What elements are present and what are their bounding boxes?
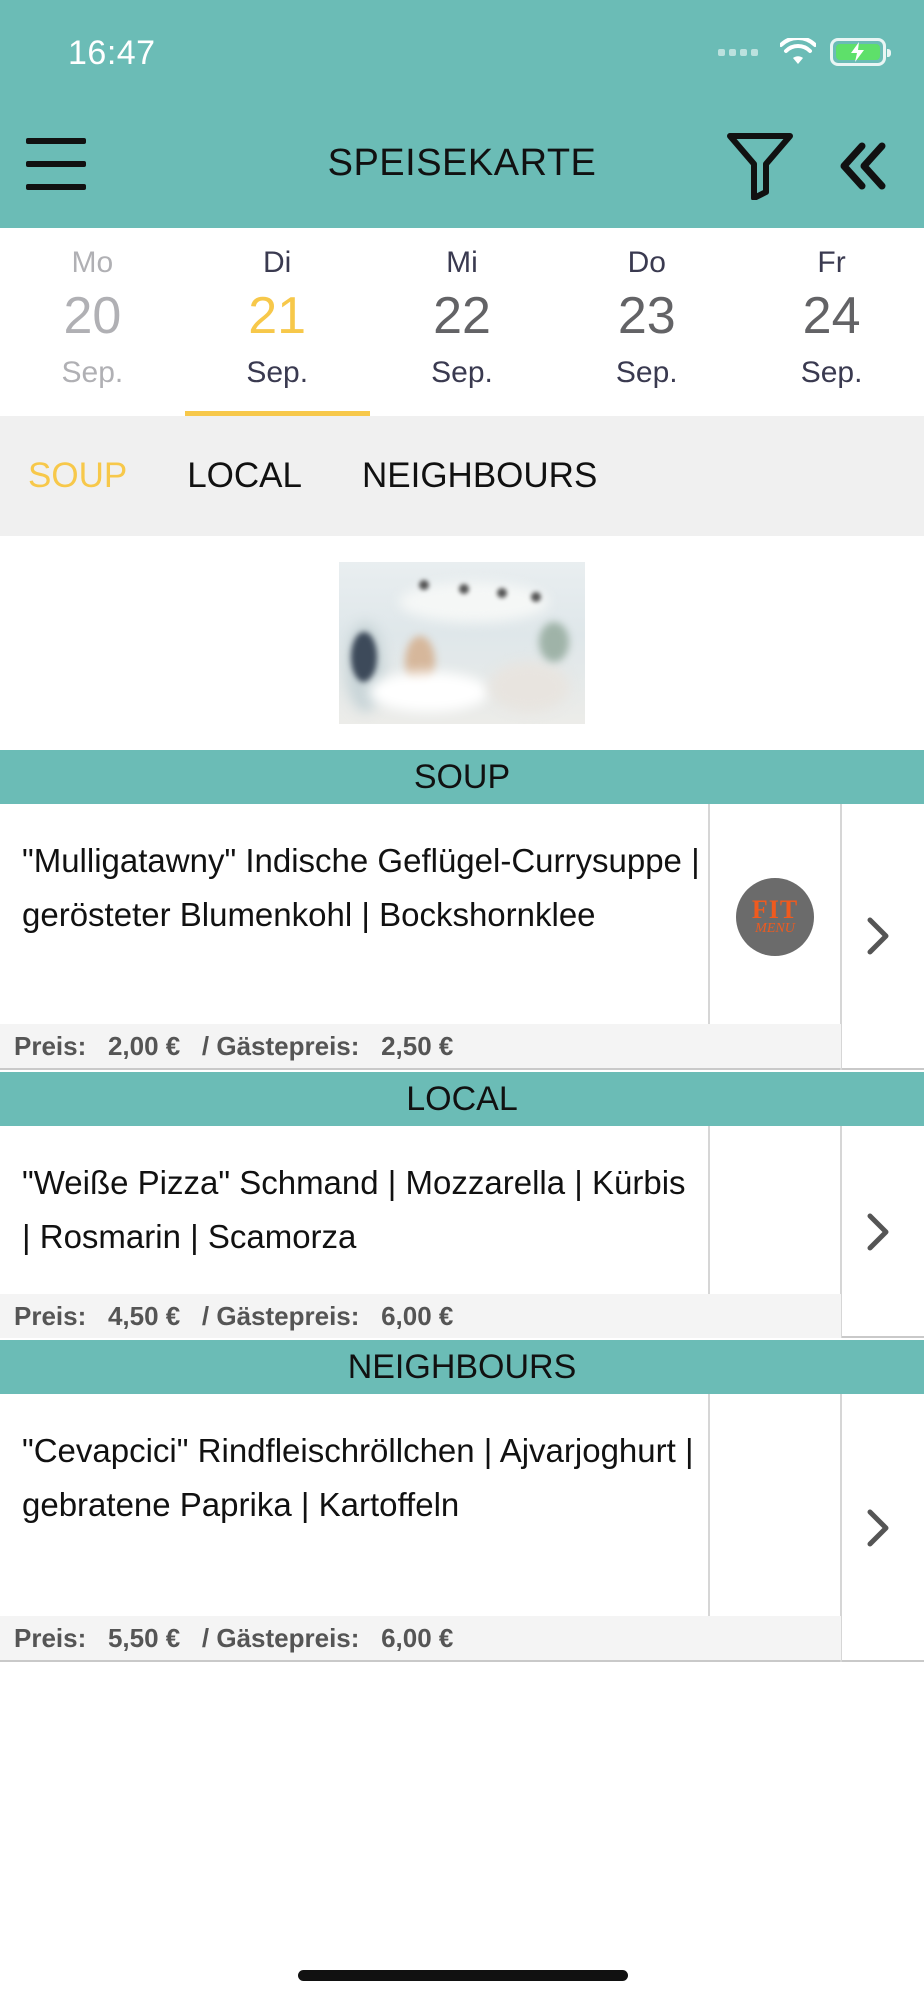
guest-price-label: / Gästepreis:	[201, 1300, 360, 1331]
filter-icon[interactable]	[726, 130, 794, 200]
date-weekday: Mi	[446, 246, 478, 279]
guest-price-value: 6,00 €	[381, 1622, 454, 1653]
section-header-neighbours: NEIGHBOURS	[0, 1340, 924, 1394]
price-value: 5,50 €	[107, 1622, 181, 1653]
menu-item-neighbours[interactable]: "Cevapcici" Rindfleischröllchen | Ajvarj…	[0, 1394, 924, 1662]
guest-price-label: / Gästepreis:	[201, 1622, 360, 1653]
date-day: 24	[802, 287, 861, 345]
date-fri[interactable]: Fr 24 Sep.	[739, 228, 924, 416]
price-value: 4,50 €	[107, 1300, 181, 1331]
guest-price-value: 6,00 €	[381, 1300, 454, 1331]
price-bar: Preis: 2,00 € / Gästepreis: 2,50 €	[0, 1024, 841, 1068]
fit-menu-badge: FIT MENU	[736, 878, 814, 956]
date-day: 21	[248, 287, 307, 345]
tab-neighbours[interactable]: NEIGHBOURS	[362, 456, 597, 496]
date-month: Sep.	[800, 356, 863, 389]
category-tabs: SOUP LOCAL NEIGHBOURS	[0, 416, 924, 536]
chevron-right-icon[interactable]	[860, 914, 894, 958]
date-day: 23	[617, 287, 676, 345]
section-header-local: LOCAL	[0, 1072, 924, 1126]
guest-price-value: 2,50 €	[381, 1030, 454, 1061]
tab-soup[interactable]: SOUP	[28, 456, 127, 496]
date-weekday: Di	[263, 246, 292, 279]
guest-price-label: / Gästepreis:	[201, 1030, 360, 1061]
status-icons	[718, 38, 891, 66]
date-mon[interactable]: Mo 20 Sep.	[0, 228, 185, 416]
date-month: Sep.	[431, 356, 493, 389]
menu-item-name: "Mulligatawny" Indische Geflügel-Currysu…	[22, 842, 700, 933]
price-label: Preis:	[14, 1622, 87, 1653]
date-month: Sep.	[246, 356, 309, 389]
date-strip: Mo 20 Sep. Di 21 Sep. Mi 22 Sep. Do 23 S…	[0, 228, 924, 416]
badge-fit: FIT	[751, 895, 799, 924]
badge-menu: MENU	[755, 921, 795, 936]
date-thu[interactable]: Do 23 Sep.	[554, 228, 739, 416]
app-header: 16:47 SPEISEKARTE	[0, 0, 924, 228]
divider	[708, 1126, 710, 1294]
home-indicator[interactable]	[298, 1970, 628, 1981]
status-time: 16:47	[68, 34, 156, 72]
menu-item-name: "Weiße Pizza" Schmand | Mozzarella | Kür…	[22, 1164, 686, 1255]
date-weekday: Fr	[817, 246, 846, 279]
signal-icon	[718, 48, 758, 56]
price-label: Preis:	[14, 1030, 87, 1061]
divider	[708, 804, 710, 1024]
menu-item-name: "Cevapcici" Rindfleischröllchen | Ajvarj…	[22, 1432, 694, 1523]
menu-item-soup[interactable]: "Mulligatawny" Indische Geflügel-Currysu…	[0, 804, 924, 1070]
chevron-right-icon[interactable]	[860, 1506, 894, 1550]
date-wed[interactable]: Mi 22 Sep.	[370, 228, 555, 416]
price-label: Preis:	[14, 1300, 87, 1331]
chevron-right-icon[interactable]	[860, 1210, 894, 1254]
date-weekday: Mo	[71, 246, 114, 279]
wifi-icon	[780, 38, 816, 64]
date-weekday: Do	[627, 246, 666, 279]
divider	[708, 1394, 710, 1616]
price-bar: Preis: 4,50 € / Gästepreis: 6,00 €	[0, 1294, 841, 1338]
section-header-soup: SOUP	[0, 750, 924, 804]
battery-icon	[830, 38, 891, 66]
price-bar: Preis: 5,50 € / Gästepreis: 6,00 €	[0, 1616, 841, 1660]
date-day: 20	[63, 287, 122, 345]
restaurant-photo	[339, 562, 585, 724]
date-tue[interactable]: Di 21 Sep.	[184, 228, 370, 416]
tab-local[interactable]: LOCAL	[187, 456, 302, 496]
collapse-icon[interactable]	[836, 140, 890, 192]
price-value: 2,00 €	[107, 1030, 181, 1061]
date-month: Sep.	[615, 356, 678, 389]
menu-item-local[interactable]: "Weiße Pizza" Schmand | Mozzarella | Kür…	[0, 1126, 924, 1338]
date-month: Sep.	[61, 356, 124, 389]
date-day: 22	[433, 287, 491, 345]
